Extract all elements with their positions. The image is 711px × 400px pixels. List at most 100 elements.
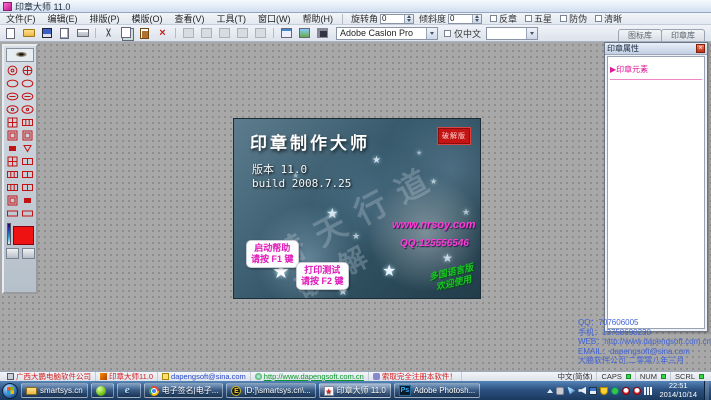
save-button[interactable] <box>38 26 55 41</box>
menu-window[interactable]: 窗口(W) <box>252 13 297 25</box>
anti-fake-checkbox[interactable] <box>560 15 568 22</box>
square-seal-grid-icon[interactable] <box>5 155 20 168</box>
taskbar-item-folder[interactable]: smartsys.cn <box>21 383 88 398</box>
align-button-2[interactable] <box>198 26 215 41</box>
shield-icon[interactable] <box>600 386 609 395</box>
menu-file[interactable]: 文件(F) <box>0 13 42 25</box>
chevron-down-icon[interactable] <box>426 27 437 39</box>
menu-edit[interactable]: 编辑(E) <box>42 13 84 25</box>
sharp-checkbox[interactable] <box>595 15 603 22</box>
style-select[interactable] <box>486 26 539 40</box>
hue-bar[interactable] <box>6 223 11 245</box>
skew-input[interactable] <box>449 14 473 23</box>
taskbar-clock[interactable]: 22:51 2014/10/14 <box>655 381 701 399</box>
computer-icon <box>7 373 14 380</box>
only-chinese-checkbox[interactable] <box>444 29 451 37</box>
briefcase-icon[interactable] <box>556 386 565 395</box>
preview-button[interactable] <box>56 26 73 41</box>
solid-seal-icon[interactable] <box>5 142 20 155</box>
cut-button[interactable] <box>100 26 117 41</box>
five-star-checkbox[interactable] <box>525 15 533 22</box>
qq-icon[interactable] <box>622 386 631 395</box>
menu-bar: 文件(F) 编辑(E) 排版(P) 模版(O) 查看(V) 工具(T) 窗口(W… <box>0 13 711 25</box>
square-seal-frame-icon[interactable] <box>5 194 20 207</box>
action-center-flag-icon[interactable] <box>589 386 598 395</box>
taskbar-item-ie[interactable] <box>116 383 141 398</box>
align-button-1[interactable] <box>180 26 197 41</box>
print-button[interactable] <box>74 26 91 41</box>
rotation-input[interactable] <box>381 14 405 23</box>
oval-seal-text-icon[interactable] <box>20 90 35 103</box>
taskbar-item-photoshop[interactable]: Adobe Photosh... <box>393 383 481 398</box>
oval-seal-center-icon[interactable] <box>5 103 20 116</box>
close-icon[interactable] <box>696 44 705 53</box>
triangle-seal-icon[interactable] <box>20 142 35 155</box>
taskbar-item-browser[interactable]: 电子签名|电子... <box>143 383 224 398</box>
signal-bars-icon[interactable] <box>644 386 653 395</box>
square-seal-grid-icon[interactable] <box>5 116 20 129</box>
image-tool-button[interactable] <box>296 26 313 41</box>
oval-seal-icon[interactable] <box>5 77 20 90</box>
start-button[interactable] <box>2 382 18 399</box>
stamp-tool-icon[interactable] <box>5 248 19 259</box>
tab-seal-library[interactable]: 印章库 <box>661 29 705 41</box>
printer-icon <box>76 29 89 37</box>
spinner-arrows-icon[interactable] <box>472 14 482 23</box>
contact-email: EMAIL：dapengsoft@sina.com <box>578 346 690 356</box>
copy-button[interactable] <box>118 26 135 41</box>
rect-seal-bars-icon[interactable] <box>20 116 35 129</box>
taskbar-item-seal-master[interactable]: 印章大师 11.0 <box>318 383 391 398</box>
delete-button[interactable]: × <box>154 26 171 41</box>
align-button-3[interactable] <box>216 26 233 41</box>
hand-tool-icon[interactable] <box>21 248 35 259</box>
status-dot-icon[interactable] <box>611 386 620 395</box>
rect-seal-bars-icon[interactable] <box>5 181 20 194</box>
open-button[interactable] <box>20 26 37 41</box>
seal-color-swatch[interactable] <box>12 226 34 245</box>
align-button-4[interactable] <box>234 26 251 41</box>
paste-button[interactable] <box>136 26 153 41</box>
rect-seal-split-icon[interactable] <box>20 168 35 181</box>
rect-seal-split-icon[interactable] <box>20 181 35 194</box>
menu-template[interactable]: 模版(O) <box>126 13 169 25</box>
caps-indicator: CAPS <box>597 372 636 381</box>
skew-spinner[interactable] <box>448 13 483 24</box>
qq-icon-2[interactable] <box>633 386 642 395</box>
oval-seal-center-icon[interactable] <box>20 103 35 116</box>
scrl-indicator: SCRL <box>671 372 708 381</box>
solid-seal-icon[interactable] <box>20 194 35 207</box>
round-seal-star-icon[interactable] <box>5 64 20 77</box>
menu-help[interactable]: 帮助(H) <box>297 13 340 25</box>
status-email-link[interactable]: dapengsoft@sina.com <box>158 372 251 381</box>
chevron-down-icon[interactable] <box>526 27 538 39</box>
taskbar-item-explorer[interactable]: [D:]\smartsys.cn\... <box>226 383 316 398</box>
rect-seal-icon[interactable] <box>20 207 35 220</box>
square-seal-frame-icon[interactable] <box>20 129 35 142</box>
rotation-spinner[interactable] <box>380 13 415 24</box>
tray-overflow-icon[interactable] <box>547 388 554 393</box>
tab-icon-library[interactable]: 图标库 <box>618 29 662 41</box>
volume-icon[interactable] <box>578 386 587 395</box>
show-desktop-button[interactable] <box>704 381 709 400</box>
pointer-icon[interactable] <box>567 386 576 395</box>
align-button-5[interactable] <box>252 26 269 41</box>
rect-seal-icon[interactable] <box>5 207 20 220</box>
square-seal-frame-icon[interactable] <box>5 129 20 142</box>
font-select[interactable]: Adobe Caslon Pro <box>336 26 438 40</box>
status-web-link[interactable]: http://www.dapengsoft.com.cn <box>251 372 369 381</box>
spinner-arrows-icon[interactable] <box>404 14 414 23</box>
menu-view[interactable]: 查看(V) <box>169 13 211 25</box>
rect-seal-split-icon[interactable] <box>20 155 35 168</box>
mirror-seal-checkbox[interactable] <box>490 15 498 22</box>
rect-seal-bars-icon[interactable] <box>5 168 20 181</box>
menu-layout[interactable]: 排版(P) <box>84 13 126 25</box>
grid-tool-button[interactable] <box>314 26 331 41</box>
palette-footer <box>5 248 35 259</box>
oval-seal-text-icon[interactable] <box>5 90 20 103</box>
window-tool-button[interactable] <box>278 26 295 41</box>
oval-seal-icon[interactable] <box>20 77 35 90</box>
menu-tools[interactable]: 工具(T) <box>211 13 253 25</box>
new-button[interactable] <box>2 26 19 41</box>
taskbar-item-sphere[interactable] <box>90 383 114 398</box>
round-seal-grid-icon[interactable] <box>20 64 35 77</box>
